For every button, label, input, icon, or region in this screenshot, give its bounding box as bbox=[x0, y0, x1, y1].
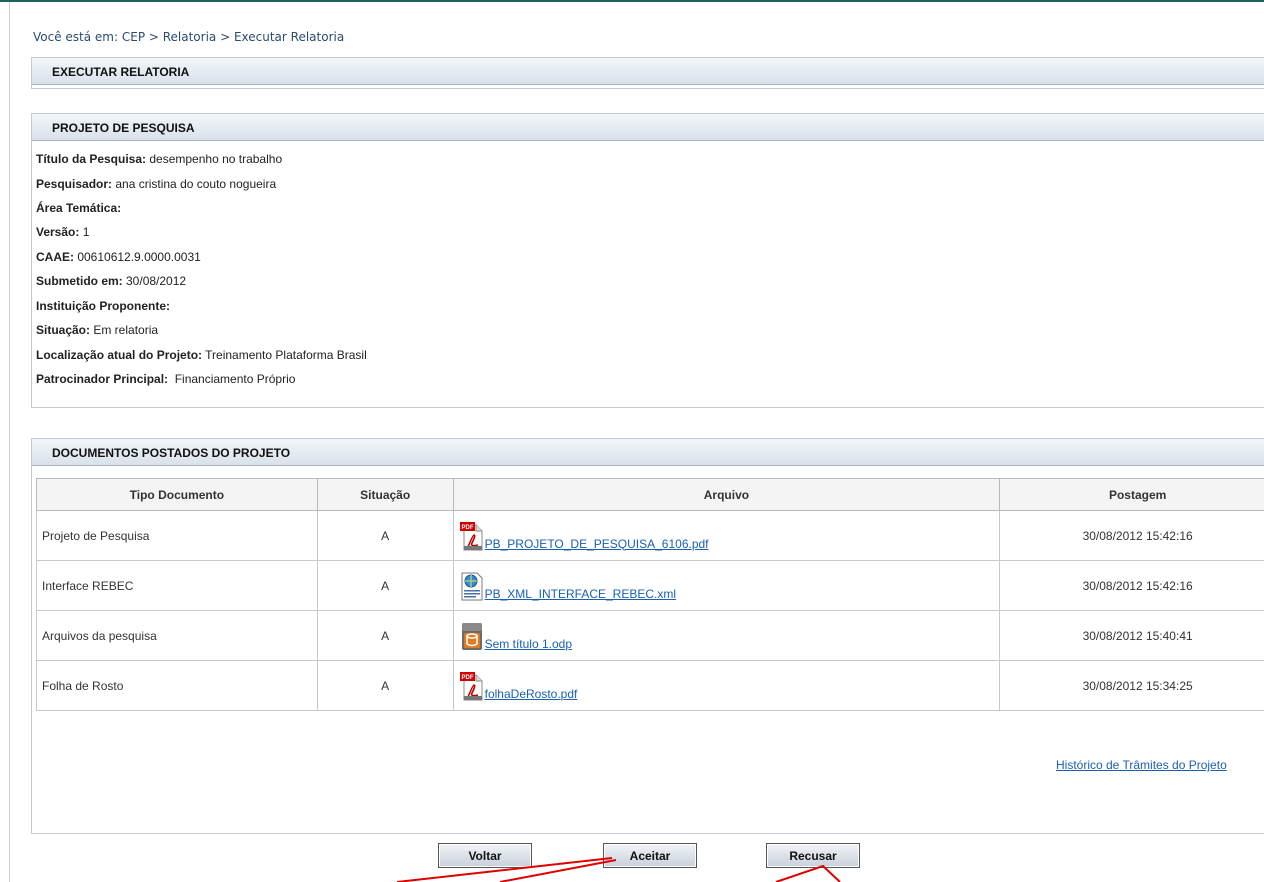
table-row: Interface REBEC A PB_XML_INTERFACE_REBEC… bbox=[36, 560, 1264, 611]
situacao-cell: A bbox=[316, 660, 454, 711]
column-header-arquivo: Arquivo bbox=[452, 478, 1001, 511]
svg-text:PDF: PDF bbox=[461, 675, 473, 681]
postagem-cell: 30/08/2012 15:40:41 bbox=[999, 610, 1264, 661]
pdf-icon[interactable]: PDF bbox=[459, 671, 484, 701]
instituicao-line: Instituição Proponente: bbox=[36, 299, 171, 313]
caae-line: CAAE: 00610612.9.0000.0031 bbox=[36, 250, 201, 264]
tipo-cell: Projeto de Pesquisa bbox=[36, 510, 318, 561]
file-link[interactable]: PB_XML_INTERFACE_REBEC.xml bbox=[485, 587, 676, 601]
historico-tramites-link[interactable]: Histórico de Trâmites do Projeto bbox=[1056, 758, 1227, 772]
file-link[interactable]: folhaDeRosto.pdf bbox=[485, 687, 578, 701]
column-header-situacao: Situação bbox=[316, 478, 454, 511]
section-title: PROJETO DE PESQUISA bbox=[52, 121, 195, 135]
tipo-cell: Interface REBEC bbox=[36, 560, 318, 611]
pesquisador-line: Pesquisador: ana cristina do couto nogue… bbox=[36, 177, 277, 191]
section-header-documentos: DOCUMENTOS POSTADOS DO PROJETO bbox=[31, 438, 1264, 466]
table-row: Folha de Rosto A PDF folhaDeRosto.pdf 30… bbox=[36, 660, 1264, 711]
arquivo-cell: Sem título 1.odp bbox=[452, 610, 1001, 661]
recusar-button[interactable]: Recusar bbox=[766, 843, 860, 868]
arquivo-cell: PDF PB_PROJETO_DE_PESQUISA_6106.pdf bbox=[452, 510, 1001, 561]
column-header-postagem: Postagem bbox=[999, 478, 1264, 511]
column-header-tipo: Tipo Documento bbox=[36, 478, 318, 511]
section-title: DOCUMENTOS POSTADOS DO PROJETO bbox=[52, 446, 291, 460]
postagem-cell: 30/08/2012 15:42:16 bbox=[999, 560, 1264, 611]
area-tematica-line: Área Temática: bbox=[36, 201, 122, 215]
pdf-icon[interactable]: PDF bbox=[459, 521, 484, 551]
arquivo-cell: PDF folhaDeRosto.pdf bbox=[452, 660, 1001, 711]
table-row: Projeto de Pesquisa A PDF PB_PROJETO_DE_… bbox=[36, 510, 1264, 561]
section-title: EXECUTAR RELATORIA bbox=[52, 65, 190, 79]
file-link[interactable]: PB_PROJETO_DE_PESQUISA_6106.pdf bbox=[485, 537, 709, 551]
aceitar-button[interactable]: Aceitar bbox=[603, 843, 697, 868]
odp-icon[interactable] bbox=[460, 621, 484, 651]
table-header-row: Tipo Documento Situação Arquivo Postagem bbox=[36, 478, 1264, 511]
left-divider bbox=[9, 2, 10, 882]
voltar-button[interactable]: Voltar bbox=[438, 843, 532, 868]
titulo-line: Título da Pesquisa: desempenho no trabal… bbox=[36, 152, 283, 166]
postagem-cell: 30/08/2012 15:34:25 bbox=[999, 660, 1264, 711]
xml-icon[interactable] bbox=[460, 571, 484, 601]
executar-panel bbox=[31, 85, 1264, 89]
section-header-projeto-de-pesquisa: PROJETO DE PESQUISA bbox=[31, 113, 1264, 141]
postagem-cell: 30/08/2012 15:42:16 bbox=[999, 510, 1264, 561]
patrocinador-line: Patrocinador Principal: Financiamento Pr… bbox=[36, 372, 296, 386]
section-header-executar-relatoria: EXECUTAR RELATORIA bbox=[31, 57, 1264, 85]
situacao-cell: A bbox=[316, 510, 454, 561]
arquivo-cell: PB_XML_INTERFACE_REBEC.xml bbox=[452, 560, 1001, 611]
svg-text:PDF: PDF bbox=[461, 525, 473, 531]
tipo-cell: Folha de Rosto bbox=[36, 660, 318, 711]
versao-line: Versão: 1 bbox=[36, 225, 90, 239]
situacao-line: Situação: Em relatoria bbox=[36, 323, 159, 337]
table-row: Arquivos da pesquisa A Sem título 1.odp … bbox=[36, 610, 1264, 661]
documents-table: Tipo Documento Situação Arquivo Postagem… bbox=[36, 478, 1264, 711]
file-link[interactable]: Sem título 1.odp bbox=[485, 637, 572, 651]
localizacao-line: Localização atual do Projeto: Treinament… bbox=[36, 348, 367, 362]
tipo-cell: Arquivos da pesquisa bbox=[36, 610, 318, 661]
situacao-cell: A bbox=[316, 560, 454, 611]
situacao-cell: A bbox=[316, 610, 454, 661]
breadcrumb: Você está em: CEP > Relatoria > Executar… bbox=[33, 30, 345, 44]
top-divider bbox=[0, 0, 1264, 2]
submetido-line: Submetido em: 30/08/2012 bbox=[36, 274, 187, 288]
annotation-line bbox=[775, 864, 841, 882]
